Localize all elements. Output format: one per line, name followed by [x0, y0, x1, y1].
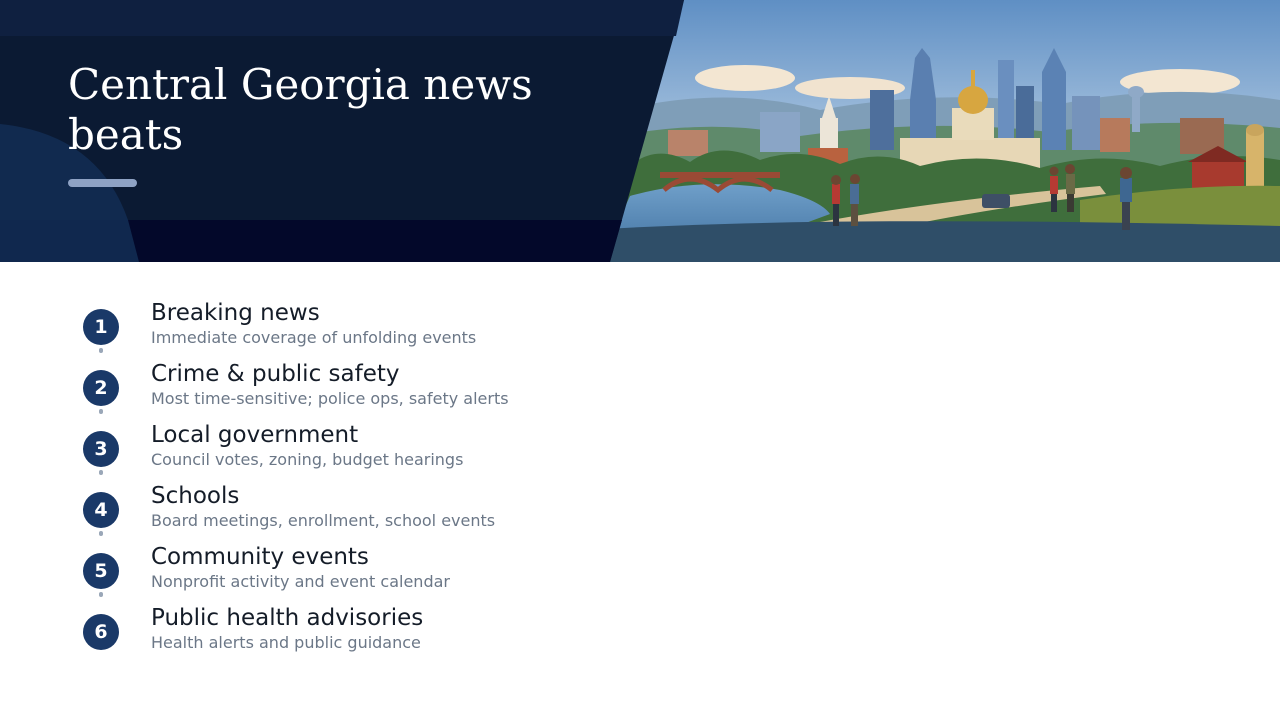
list-item: 2 Crime & public safety Most time-sensit… — [80, 359, 780, 420]
slide-title: Central Georgia news beats — [68, 60, 533, 159]
connector-dot — [99, 531, 103, 536]
beat-description: Nonprofit activity and event calendar — [151, 572, 450, 591]
beat-description: Most time-sensitive; police ops, safety … — [151, 389, 509, 408]
beat-title: Public health advisories — [151, 605, 424, 631]
connector-dot — [99, 592, 103, 597]
beat-description: Council votes, zoning, budget hearings — [151, 450, 464, 469]
beat-title: Crime & public safety — [151, 361, 400, 387]
list-item: 4 Schools Board meetings, enrollment, sc… — [80, 481, 780, 542]
title-underline — [68, 179, 137, 187]
beat-title: Local government — [151, 422, 359, 448]
list-item: 1 Breaking news Immediate coverage of un… — [80, 298, 780, 359]
beat-description: Immediate coverage of unfolding events — [151, 328, 477, 347]
number-badge: 6 — [83, 614, 119, 650]
connector-dot — [99, 348, 103, 353]
beat-description: Board meetings, enrollment, school event… — [151, 511, 496, 530]
connector-dot — [99, 409, 103, 414]
list-item: 5 Community events Nonprofit activity an… — [80, 542, 780, 603]
list-item: 3 Local government Council votes, zoning… — [80, 420, 780, 481]
beats-list: 1 Breaking news Immediate coverage of un… — [80, 298, 780, 664]
beat-title: Schools — [151, 483, 240, 509]
beat-description: Health alerts and public guidance — [151, 633, 421, 652]
list-item: 6 Public health advisories Health alerts… — [80, 603, 780, 664]
number-badge: 3 — [83, 431, 119, 467]
number-badge: 1 — [83, 309, 119, 345]
number-badge: 5 — [83, 553, 119, 589]
beat-title: Community events — [151, 544, 369, 570]
beat-title: Breaking news — [151, 300, 320, 326]
number-badge: 2 — [83, 370, 119, 406]
number-badge: 4 — [83, 492, 119, 528]
header-banner: Central Georgia news beats — [0, 0, 1280, 262]
connector-dot — [99, 470, 103, 475]
